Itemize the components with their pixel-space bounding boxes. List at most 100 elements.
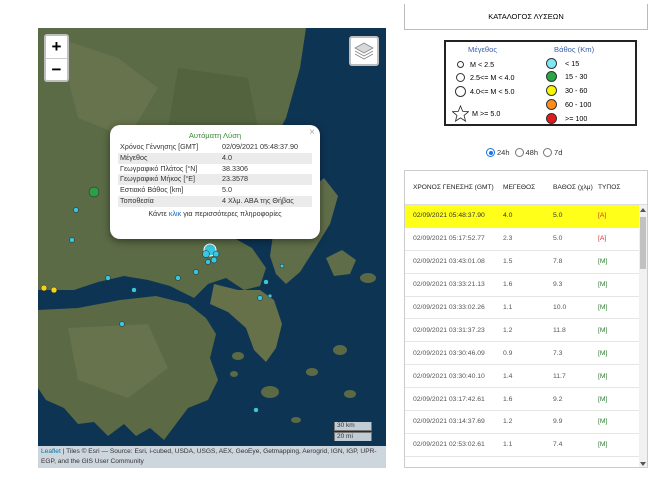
attribution-text: | Tiles © Esri — Source: Esri, i-cubed, … (41, 448, 377, 465)
page-root: + − × Αυτόματη Λύση Χρόνος Γέννησης [GMT… (0, 0, 650, 480)
radio-48h[interactable] (514, 148, 524, 157)
row-origin-time: 02/09/2021 03:30:46.09 (413, 349, 485, 357)
popup-more-link[interactable]: κλικ (169, 209, 181, 218)
radio-24h-label: 24h (497, 148, 510, 157)
table-row[interactable]: 02/09/2021 03:43:01.08 1.5 7.8 [M] (405, 251, 647, 274)
legend-depth-label: 30 - 60 (565, 86, 588, 95)
quake-marker (257, 295, 263, 301)
legend-depth-item: >= 100 (546, 113, 587, 124)
quake-marker (193, 269, 199, 275)
row-magnitude: 1.6 (503, 281, 513, 289)
popup-value: 02/09/2021 05:48:37.90 (222, 142, 298, 151)
scroll-down-icon[interactable] (640, 462, 646, 466)
legend-mag-label: 2.5<= M < 4.0 (470, 73, 515, 82)
table-row[interactable]: 02/09/2021 02:53:02.61 1.1 7.4 [M] (405, 434, 647, 457)
legend-depth-item: 15 - 30 (546, 71, 587, 82)
row-origin-time: 02/09/2021 03:31:37.23 (413, 326, 485, 334)
row-type: [M] (598, 372, 608, 380)
quake-marker (105, 275, 111, 281)
legend-box: Μέγεθος Βάθος (Km) M < 2.5 2.5<= M < 4.0… (444, 40, 637, 126)
popup-row: Εστιακό Βάθος [km] 5.0 (118, 185, 312, 196)
quake-marker (175, 275, 181, 281)
radio-48h-label: 48h (525, 148, 539, 157)
legend-depth-label: 15 - 30 (565, 72, 588, 81)
star-icon (452, 104, 469, 122)
popup-key: Χρόνος Γέννησης [GMT] (120, 142, 199, 151)
row-magnitude: 2.3 (503, 235, 513, 243)
row-type: [M] (598, 304, 608, 311)
depth-dot-icon (546, 58, 557, 69)
table-row[interactable]: 02/09/2021 03:30:40.10 1.4 11.7 [M] (405, 365, 647, 389)
table-row[interactable]: 02/09/2021 03:14:37.69 1.2 9.9 [M] (405, 411, 647, 434)
layers-button[interactable] (349, 36, 379, 66)
solutions-table: ΧΡΟΝΟΣ ΓΕΝΕΣΗΣ (GMT) ΜΕΓΕΘΟΣ ΒΑΘΟΣ (χλμ)… (404, 170, 648, 468)
quake-marker (131, 287, 137, 293)
row-magnitude: 1.5 (503, 258, 513, 266)
leaflet-link[interactable]: Leaflet (41, 448, 61, 455)
depth-dot-icon (546, 85, 557, 96)
popup-row: Τοποθεσία 4 Χλμ. ΑΒΑ της Θήβας (118, 195, 312, 207)
legend-depth-item: 30 - 60 (546, 85, 587, 96)
row-depth: 11.8 (553, 326, 566, 334)
legend-mag-item: M < 2.5 (454, 59, 494, 70)
table-scrollbar[interactable] (639, 205, 647, 467)
row-magnitude: 1.2 (503, 418, 513, 426)
popup-value: 4 Χλμ. ΑΒΑ της Θήβας (222, 195, 294, 205)
legend-depth-item: < 15 (546, 58, 579, 69)
earthquake-map[interactable]: + − × Αυτόματη Λύση Χρόνος Γέννησης [GMT… (38, 28, 386, 468)
scale-km: 30 km (334, 422, 372, 431)
scroll-up-icon[interactable] (640, 208, 646, 212)
table-body: 02/09/2021 05:48:37.90 4.0 5.0 [A] 02/09/202… (405, 205, 647, 457)
legend-depth-item: 60 - 100 (546, 99, 591, 110)
row-depth: 7.4 (553, 441, 563, 449)
row-type: [M] (598, 281, 608, 289)
table-row[interactable]: 02/09/2021 03:30:46.09 0.9 7.3 [M] (405, 342, 647, 366)
table-row[interactable]: 02/09/2021 05:48:37.90 4.0 5.0 [A] (405, 205, 647, 228)
popup-footer: Κάντε κλικ για περισσότερες πληροφορίες (118, 209, 312, 218)
legend-depth-title: Βάθος (Km) (554, 45, 595, 54)
zoom-out-button[interactable]: − (46, 58, 67, 80)
row-origin-time: 02/09/2021 05:48:37.90 (413, 212, 485, 220)
legend-mag-item: 4.0<= M < 5.0 (454, 86, 515, 97)
time-range-selector: 24h 48h 7d (486, 148, 565, 157)
row-magnitude: 1.4 (503, 372, 513, 380)
radio-24h[interactable] (486, 148, 495, 157)
row-depth: 9.2 (553, 395, 563, 403)
row-depth: 7.3 (553, 349, 563, 357)
legend-mag-label: M >= 5.0 (472, 108, 501, 118)
popup-footer-post: για περισσότερες πληροφορίες (181, 208, 282, 218)
row-magnitude: 1.1 (503, 441, 513, 449)
row-type: [M] (598, 441, 608, 449)
scale-mi: 20 mi (334, 432, 372, 441)
popup-value: 38.3306 (222, 163, 248, 173)
table-row[interactable]: 02/09/2021 03:33:21.13 1.6 9.3 [M] (405, 274, 647, 297)
depth-dot-icon (546, 71, 557, 82)
zoom-in-button[interactable]: + (46, 36, 67, 58)
row-magnitude: 1.2 (503, 326, 513, 334)
popup-value: 4.0 (222, 152, 232, 162)
scroll-thumb[interactable] (640, 217, 646, 269)
legend-mag-label: M < 2.5 (470, 60, 495, 69)
row-type: [A] (598, 235, 607, 243)
table-row[interactable]: 02/09/2021 03:17:42.61 1.6 9.2 [M] (405, 388, 647, 412)
map-attribution: Leaflet | Tiles © Esri — Source: Esri, i… (38, 446, 386, 468)
popup-value: 5.0 (222, 185, 232, 195)
popup-title: Αυτόματη Λύση (188, 131, 242, 140)
row-magnitude: 1.1 (503, 304, 513, 311)
radio-7d[interactable] (543, 148, 553, 157)
quake-marker (205, 259, 211, 265)
popup-row: Γεωγραφικό Πλάτος [°N] 38.3306 (118, 164, 312, 175)
row-magnitude: 1.6 (503, 395, 513, 403)
table-row[interactable]: 02/09/2021 03:33:02.26 1.1 10.0 [M] (405, 297, 647, 320)
event-popup: × Αυτόματη Λύση Χρόνος Γέννησης [GMT] 02/… (110, 125, 320, 239)
row-depth: 5.0 (553, 212, 563, 220)
legend-depth-label: >= 100 (565, 114, 588, 123)
quake-marker (253, 407, 259, 413)
table-row[interactable]: 02/09/2021 05:17:52.77 2.3 5.0 [A] (405, 228, 647, 251)
row-depth: 9.9 (553, 418, 563, 426)
legend-mag-item: M >= 5.0 (452, 104, 500, 122)
popup-close-button[interactable]: × (309, 127, 315, 138)
table-row[interactable]: 02/09/2021 03:31:37.23 1.2 11.8 [M] (405, 319, 647, 343)
row-depth: 11.7 (553, 372, 566, 380)
legend-depth-label: < 15 (565, 59, 580, 68)
